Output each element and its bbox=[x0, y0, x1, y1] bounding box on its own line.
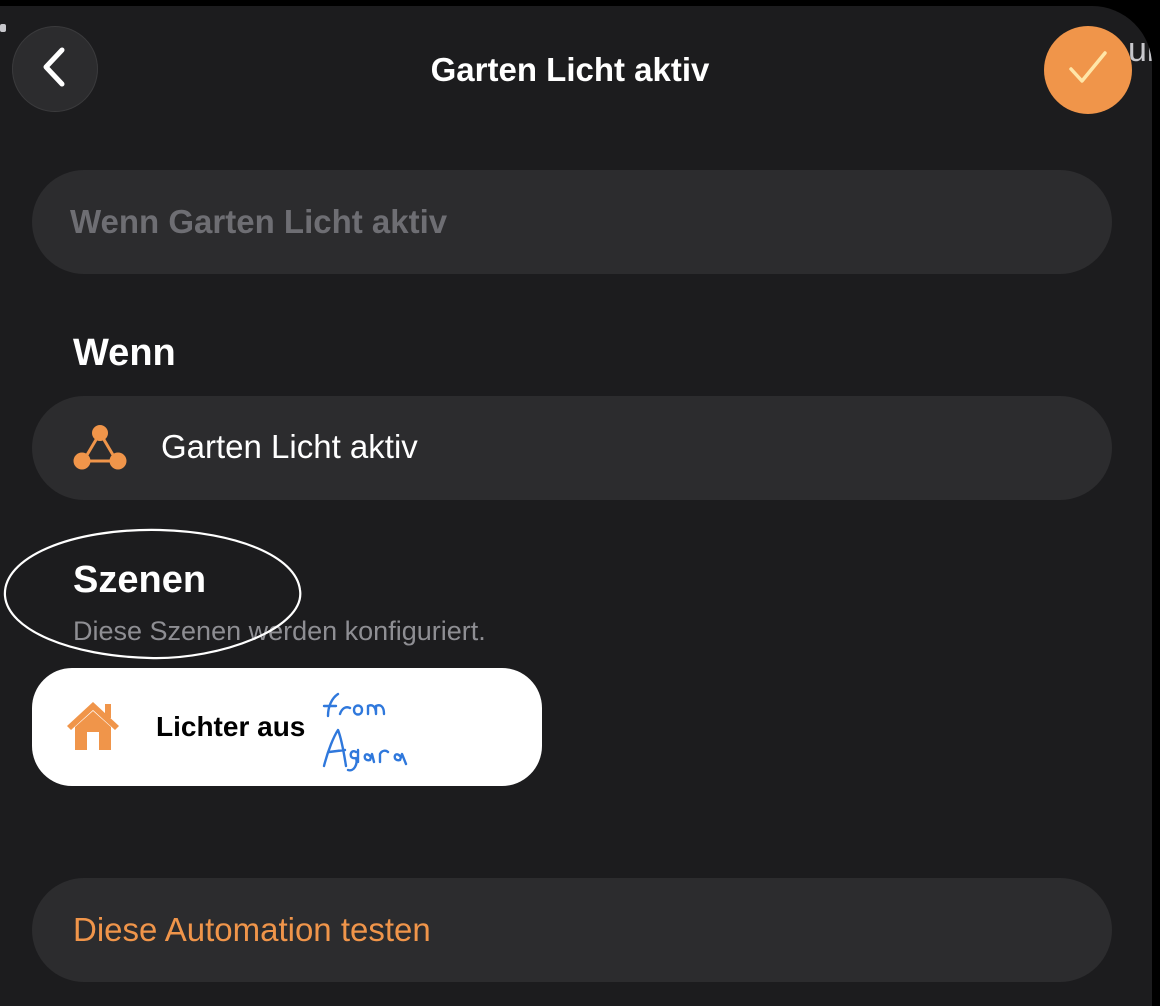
automation-nodes-icon bbox=[70, 420, 130, 476]
checkmark-icon bbox=[1066, 48, 1110, 93]
house-icon bbox=[64, 698, 122, 752]
scenes-section-heading: Szenen bbox=[73, 559, 207, 601]
trigger-label: Garten Licht aktiv bbox=[161, 428, 418, 465]
page-title: Garten Licht aktiv bbox=[430, 51, 710, 88]
scene-card[interactable]: Lichter aus bbox=[32, 668, 542, 786]
back-button[interactable] bbox=[12, 26, 98, 112]
edge-fragment bbox=[0, 24, 6, 32]
automation-editor-sheet: ui Garten Licht aktiv Wenn Garten Licht … bbox=[0, 6, 1152, 1006]
confirm-button[interactable] bbox=[1044, 26, 1132, 114]
handwritten-annotation bbox=[322, 692, 408, 772]
when-section-heading: Wenn bbox=[73, 332, 176, 374]
automation-name-input[interactable] bbox=[32, 170, 1112, 274]
test-automation-button[interactable]: Diese Automation testen bbox=[32, 878, 1112, 982]
scenes-section-subtitle: Diese Szenen werden konfiguriert. bbox=[73, 616, 486, 646]
test-automation-label: Diese Automation testen bbox=[73, 911, 431, 948]
trigger-item[interactable]: Garten Licht aktiv bbox=[32, 396, 1112, 500]
scene-label: Lichter aus bbox=[156, 711, 306, 742]
chevron-left-icon bbox=[38, 46, 72, 93]
